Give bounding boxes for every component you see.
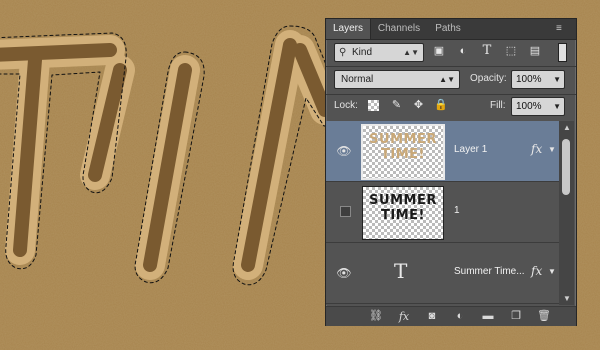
layer-row-layer-1[interactable]: 👁 SUMMER TIME! Layer 1 fx ▼ <box>326 121 559 182</box>
chevron-down-icon[interactable]: ▼ <box>548 267 556 276</box>
adjustment-filter-icon[interactable]: ◐ <box>456 44 470 58</box>
smart-object-filter-icon[interactable]: ▤ <box>528 44 542 58</box>
thumbnail-text: SUMMER TIME! <box>369 132 437 162</box>
layer-row-1[interactable]: SUMMER TIME! 1 <box>326 182 559 243</box>
eye-icon[interactable]: 👁 <box>336 265 352 281</box>
blend-mode-value: Normal <box>341 74 374 85</box>
filter-toggle-switch[interactable] <box>558 43 567 62</box>
panel-menu-icon[interactable]: ≡ <box>556 23 570 35</box>
fx-icon[interactable]: fx <box>531 264 542 278</box>
blend-row: Normal ▲▼ Opacity: 100% ▼ <box>326 68 576 92</box>
divider <box>326 66 576 67</box>
new-layer-icon[interactable]: ❐ <box>508 309 524 324</box>
fill-field[interactable]: 100% ▼ <box>511 97 565 116</box>
layer-row-summer-time[interactable]: 👁 T Summer Time... fx ▼ <box>326 243 559 304</box>
fill-label: Fill: <box>490 100 506 111</box>
thumbnail-text: SUMMER TIME! <box>369 193 437 223</box>
chevron-down-icon: ▲▼ <box>403 48 419 57</box>
layer-thumbnail: SUMMER TIME! <box>362 186 444 240</box>
chevron-down-icon[interactable]: ▼ <box>548 145 556 154</box>
type-filter-icon[interactable]: T <box>480 44 494 58</box>
lock-paint-icon[interactable]: ✎ <box>390 99 403 112</box>
chevron-down-icon: ▼ <box>553 75 561 84</box>
adjustment-layer-icon[interactable]: ◐ <box>452 309 468 324</box>
layer-name[interactable]: 1 <box>454 205 460 216</box>
filter-row: ⚲ Kind ▲▼ ▣ ◐ T ⬚ ▤ <box>326 40 576 66</box>
shape-filter-icon[interactable]: ⬚ <box>504 44 518 58</box>
layers-list: 👁 SUMMER TIME! Layer 1 fx ▼ SUMMER TIME!… <box>326 121 559 305</box>
add-mask-icon[interactable]: ◙ <box>424 309 440 324</box>
chevron-down-icon: ▲▼ <box>439 75 455 84</box>
layer-name[interactable]: Summer Time... <box>454 266 525 277</box>
tab-layers[interactable]: Layers <box>326 19 371 39</box>
layer-thumbnail: SUMMER TIME! <box>361 124 445 180</box>
eye-icon[interactable]: 👁 <box>336 143 352 159</box>
lock-position-icon[interactable]: ✥ <box>412 99 425 112</box>
layer-name[interactable]: Layer 1 <box>454 144 487 155</box>
lock-row: Lock: ✎ ✥ 🔒 Fill: 100% ▼ <box>326 96 576 120</box>
lock-all-icon[interactable]: 🔒 <box>434 99 448 112</box>
opacity-field[interactable]: 100% ▼ <box>511 70 565 89</box>
visibility-toggle-off[interactable] <box>340 206 351 217</box>
opacity-value: 100% <box>516 74 542 85</box>
link-layers-icon[interactable]: ⛓ <box>368 309 384 324</box>
tab-channels[interactable]: Channels <box>371 19 427 39</box>
panel-tab-bar: Layers Channels Paths ≡ <box>326 19 576 40</box>
fx-icon[interactable]: fx <box>531 142 542 156</box>
add-style-icon[interactable]: fx <box>396 309 412 324</box>
blend-mode-select[interactable]: Normal ▲▼ <box>334 70 460 89</box>
scroll-down-icon[interactable]: ▼ <box>563 294 571 303</box>
new-group-icon[interactable]: ▬ <box>480 309 496 324</box>
layers-panel: Layers Channels Paths ≡ ⚲ Kind ▲▼ ▣ ◐ T … <box>325 18 577 326</box>
lock-label: Lock: <box>334 100 358 111</box>
tab-paths[interactable]: Paths <box>428 19 468 39</box>
delete-layer-icon[interactable]: 🗑 <box>536 309 552 324</box>
scroll-up-icon[interactable]: ▲ <box>563 123 571 132</box>
type-layer-icon: T <box>394 259 408 283</box>
image-filter-icon[interactable]: ▣ <box>432 44 446 58</box>
layers-scrollbar[interactable]: ▲ ▼ <box>559 121 574 305</box>
kind-filter-label: Kind <box>352 47 373 58</box>
search-icon: ⚲ <box>339 47 347 58</box>
kind-filter-select[interactable]: ⚲ Kind ▲▼ <box>334 43 424 62</box>
chevron-down-icon: ▼ <box>553 102 561 111</box>
opacity-label: Opacity: <box>470 73 507 84</box>
fill-value: 100% <box>516 101 542 112</box>
panel-footer: ⛓ fx ◙ ◐ ▬ ❐ 🗑 <box>326 306 576 326</box>
lock-transparent-icon[interactable] <box>368 100 379 111</box>
scroll-thumb[interactable] <box>562 139 570 195</box>
divider <box>326 94 576 95</box>
